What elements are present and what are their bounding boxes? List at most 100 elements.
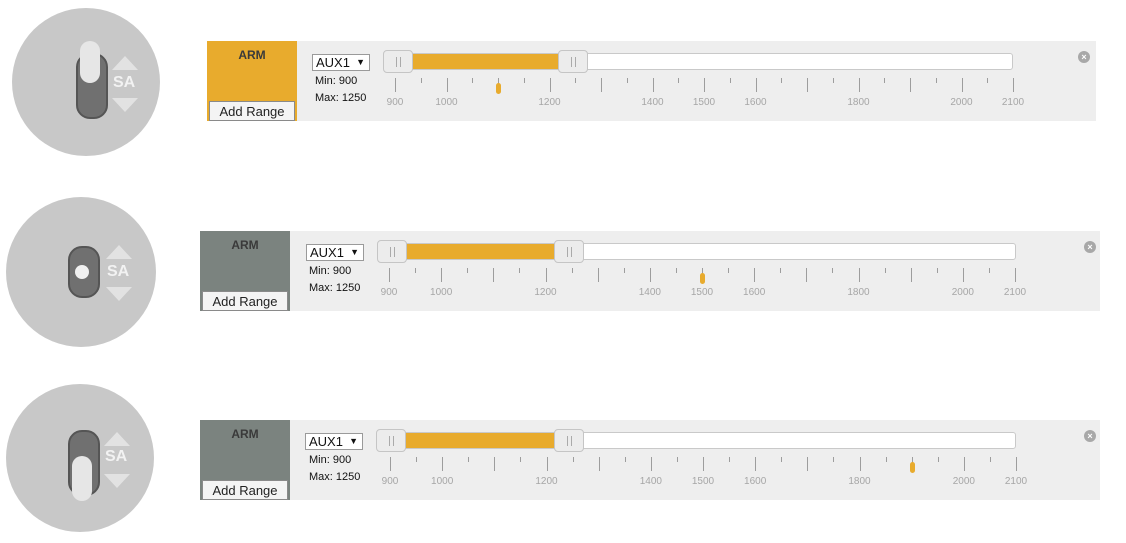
switch-label: SA [113,74,136,91]
scale-tick [780,268,782,273]
scale-tick-label: 900 [381,476,399,487]
scale-tick-label: 1000 [435,97,458,108]
switch-lever[interactable] [80,41,100,83]
scale-tick [494,457,496,471]
current-value-marker [909,462,915,473]
value-scale: 900 1000 1200 1400 1500 1600 1800 2000 2100 [387,73,1024,108]
range-min-max: Min: 900 Max: 1250 [315,73,366,107]
scale-tick-label: 1400 [641,97,664,108]
scale-tick [415,268,417,273]
range-slider-track[interactable] [383,50,1013,73]
scale-tick [884,268,886,273]
mode-box: ARM Add Range [200,420,290,500]
range-slider-track[interactable] [377,240,1016,263]
scale-tick [446,78,448,92]
switch-label: SA [105,448,128,465]
add-range-button[interactable]: Add Range [202,291,288,311]
mode-name: ARM [231,427,259,441]
switch-label: SA [107,263,130,280]
range-min-label: Min: 900 [309,454,352,466]
scale-tick [546,457,548,471]
channel-select[interactable]: AUX1 ▼ [306,244,364,261]
scale-tick-label: 1200 [535,476,558,487]
scale-tick [649,268,651,282]
range-max-label: Max: 1250 [315,92,367,104]
dropdown-arrow-icon: ▼ [356,57,365,67]
scale-tick [858,78,860,92]
range-max-handle[interactable] [554,240,584,263]
scale-tick [1016,457,1017,471]
scale-tick [729,78,731,83]
remove-range-icon[interactable]: × [1084,430,1096,442]
range-min-max: Min: 900 Max: 1250 [309,452,360,486]
scale-tick [523,78,525,83]
scale-tick-label: 1000 [431,476,454,487]
scale-tick-label: 1000 [430,287,453,298]
scale-tick [910,78,911,92]
value-scale: 900 1000 1200 1400 1500 1600 1800 2000 2100 [381,263,1026,298]
scale-tick [1015,268,1016,282]
scale-tick-label: 900 [386,97,404,108]
add-range-button[interactable]: Add Range [209,101,295,121]
scale-tick [1013,78,1014,92]
scale-tick [936,268,938,273]
scale-tick-label: 1200 [534,287,557,298]
scale-tick [937,457,939,462]
channel-select[interactable]: AUX1 ▼ [312,54,370,71]
scale-tick [988,268,990,273]
remove-range-icon[interactable]: × [1078,51,1090,63]
channel-select[interactable]: AUX1 ▼ [305,433,363,450]
scale-tick [781,78,783,83]
range-min-handle[interactable] [383,50,413,73]
scale-tick-label: 1500 [691,476,715,487]
scale-tick [442,457,444,471]
scale-tick [885,457,887,462]
mode-name: ARM [231,238,259,252]
scale-tick [704,78,705,92]
scale-tick [781,457,783,462]
scale-tick [472,78,474,83]
scale-tick-label: 1200 [538,97,561,108]
scale-tick-label: 2100 [1001,97,1025,108]
range-min-handle[interactable] [376,429,406,452]
range-max-handle[interactable] [558,50,588,73]
scale-tick [623,268,625,273]
mode-box: ARM Add Range [207,41,297,121]
scale-tick [833,457,835,462]
scale-tick [545,268,547,282]
remove-range-icon[interactable]: × [1084,241,1096,253]
scale-tick [963,457,965,471]
channel-select-value: AUX1 [310,245,344,260]
switch-lever[interactable] [72,456,92,501]
range-min-handle[interactable] [377,240,407,263]
scale-tick [755,457,757,471]
mode-row-2: ARM Add Range AUX1 ▼ Min: 900 Max: 1250 … [200,231,1100,311]
range-max-handle[interactable] [554,429,584,452]
scale-tick-label: 1600 [744,97,767,108]
switch-lever-middle[interactable] [75,265,89,279]
scale-tick [858,268,860,282]
scale-tick [806,268,808,282]
scale-tick-label: 1800 [848,476,871,487]
range-slider-track[interactable] [376,429,1016,452]
scale-tick [962,268,964,282]
scale-tick-label: 2100 [1004,476,1028,487]
scale-tick [935,78,937,83]
scale-tick [754,268,756,282]
scale-tick [728,268,730,273]
range-fill [396,54,573,69]
range-fill [389,433,569,448]
scale-tick [519,268,521,273]
scale-tick [420,78,422,83]
scale-tick [416,457,418,462]
scale-tick [678,78,680,83]
scale-tick [675,268,677,273]
scale-tick [601,78,602,92]
dropdown-arrow-icon: ▼ [350,247,359,257]
add-range-button[interactable]: Add Range [202,480,288,500]
range-min-label: Min: 900 [315,75,358,87]
current-value-marker [496,83,501,94]
scale-tick [987,78,989,83]
scale-tick-label: 900 [380,287,398,298]
range-max-label: Max: 1250 [309,471,361,483]
